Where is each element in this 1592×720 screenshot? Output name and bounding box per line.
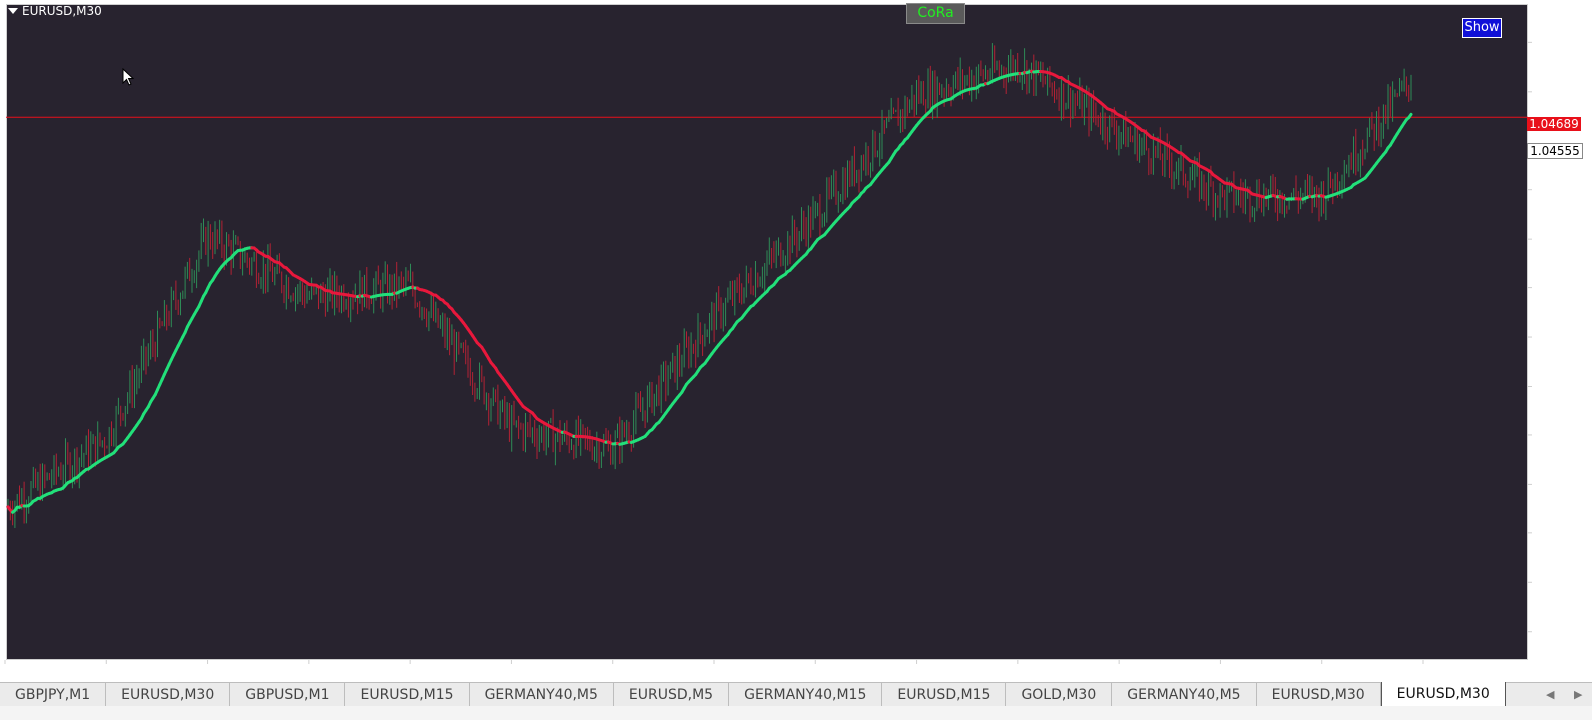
show-button[interactable]: Show — [1462, 18, 1502, 38]
time-axis-label: 5 Feb 09:00 — [207, 660, 279, 674]
time-axis-label: 17 Feb 09:00 — [1017, 660, 1097, 674]
price-axis-label: 1.03355 — [1530, 379, 1580, 394]
chart-tab[interactable]: EURUSD,M15 — [345, 683, 470, 707]
price-axis-label: 1.03115 — [1530, 427, 1580, 442]
time-axis-label: 18 Feb 09:00 — [1119, 660, 1198, 674]
current-price-tag: 1.04689 — [1527, 117, 1581, 131]
chart-tab[interactable]: EURUSD,M15 — [882, 683, 1007, 707]
chart-tab[interactable]: EURUSD,M30 — [1257, 683, 1381, 707]
time-axis-label: 3 Feb 2025 — [5, 660, 73, 674]
chevron-down-icon[interactable] — [8, 8, 18, 14]
time-axis-label: 21 Feb 09:00 — [1423, 660, 1502, 674]
time-axis-label: 7 Feb 09:00 — [410, 660, 482, 674]
time-axis-label: 6 Feb 09:00 — [308, 660, 380, 674]
chart-tab[interactable]: GERMANY40,M15 — [729, 683, 883, 707]
time-axis-label: 4 Feb 09:00 — [106, 660, 178, 674]
tab-scroll-right-icon[interactable]: ▶ — [1574, 688, 1582, 701]
chart-tab[interactable]: GERMANY40,M5 — [1112, 683, 1257, 707]
chart-symbol-label[interactable]: EURUSD,M30 — [8, 4, 102, 18]
tab-scroll-left-icon[interactable]: ◀ — [1546, 688, 1554, 701]
price-axis-label: 1.02870 — [1530, 477, 1580, 492]
time-axis-label: 11 Feb 09:00 — [612, 660, 692, 674]
time-axis-label: 10 Feb 09:00 — [511, 660, 591, 674]
time-axis-label: 13 Feb 09:00 — [815, 660, 895, 674]
time-axis-label: 19 Feb 09:00 — [1220, 660, 1300, 674]
price-axis-label: 1.04330 — [1530, 182, 1580, 197]
price-axis-label: 1.03600 — [1530, 330, 1580, 345]
price-axis-label: 1.05060 — [1530, 35, 1580, 50]
status-strip — [0, 706, 1592, 720]
price-axis-label: 1.02140 — [1530, 624, 1580, 639]
indicator-badge: CoRa — [906, 3, 965, 24]
chart-tab[interactable]: EURUSD,M5 — [614, 683, 730, 707]
moving-average-segment — [1407, 112, 1413, 120]
time-axis-label: 12 Feb 09:00 — [714, 660, 793, 674]
chart-tab[interactable]: EURUSD,M30 — [1380, 682, 1506, 707]
time-axis-label: 14 Feb 09:00 — [916, 660, 996, 674]
chart-tab[interactable]: GBPUSD,M1 — [230, 683, 346, 707]
chart-tab[interactable]: GOLD,M30 — [1006, 683, 1113, 707]
price-axis-label: 1.03845 — [1530, 280, 1580, 295]
chart-tab-bar: GBPJPY,M1 EURUSD,M30 GBPUSD,M1 EURUSD,M15 GE… — [0, 682, 1592, 707]
price-axis-label: 1.02630 — [1530, 525, 1580, 540]
chart-window[interactable]: EURUSD,M30 CoRa Show 1.05060 1.04815 1.043… — [0, 0, 1592, 676]
price-axis-label: 1.02385 — [1530, 575, 1580, 590]
time-axis-label: 20 Feb 09:00 — [1321, 660, 1401, 674]
price-chart[interactable] — [0, 0, 1592, 676]
plot-area — [6, 4, 1528, 660]
mouse-cursor-icon — [122, 68, 134, 86]
bid-price-tag: 1.04555 — [1527, 143, 1583, 159]
price-axis-label: 1.04085 — [1530, 232, 1580, 247]
symbol-text: EURUSD,M30 — [22, 4, 102, 18]
price-axis-label: 1.04815 — [1530, 84, 1580, 99]
chart-tab[interactable]: GBPJPY,M1 — [0, 683, 107, 707]
chart-tab[interactable]: EURUSD,M30 — [106, 683, 231, 707]
chart-tab[interactable]: GERMANY40,M5 — [470, 683, 614, 707]
